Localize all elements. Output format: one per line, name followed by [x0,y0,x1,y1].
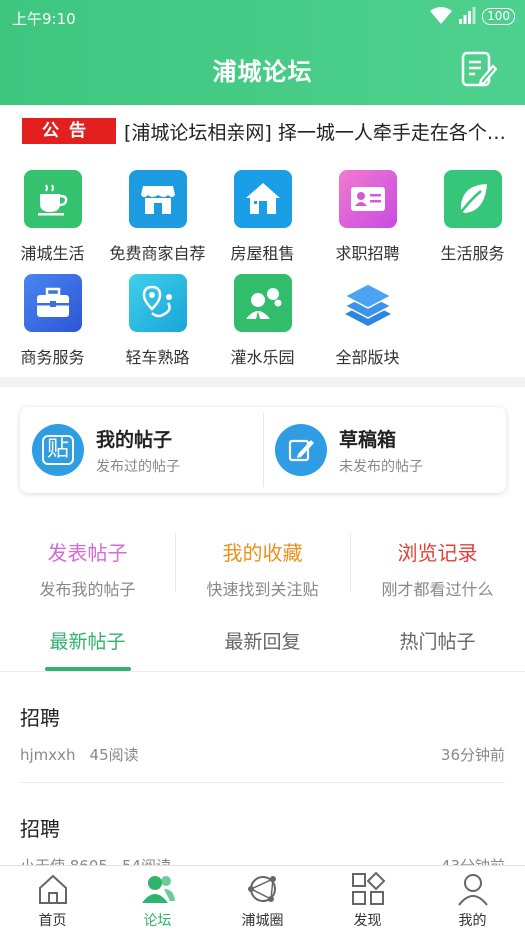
signal-icon [459,7,476,24]
drafts-subtitle: 未发布的帖子 [339,458,423,475]
quick-link-title: 发表帖子 [47,541,128,565]
nav-forum[interactable]: 论坛 [105,866,210,935]
pencil-edit-icon [275,424,327,476]
layers-icon [339,274,397,332]
category-label: 灌水乐园 [230,348,295,367]
store-icon [128,170,187,228]
section-divider [0,377,525,387]
category-routes[interactable]: 轻车熟路 [105,269,210,373]
post-badge-text: 贴 [41,435,74,465]
category-life-service[interactable]: 生活服务 [420,165,525,269]
my-posts-card[interactable]: 贴 我的帖子 发布过的帖子 [20,407,263,493]
category-housing[interactable]: 房屋租售 [210,165,315,269]
drafts-title: 草稿箱 [339,428,397,451]
category-jobs[interactable]: 求职招聘 [315,165,420,269]
app-header: 上午9:10 100 浦城论坛 [0,0,525,105]
profile-icon [457,874,488,906]
tab-hot-posts[interactable]: 热门帖子 [350,618,525,671]
nav-label: 发现 [353,913,382,929]
quick-link-subtitle: 快速找到关注贴 [206,580,319,599]
quick-link-title: 我的收藏 [222,541,303,565]
browse-history-link[interactable]: 浏览记录 刚才都看过什么 [350,525,525,600]
category-all-sections[interactable]: 全部版块 [315,269,420,373]
map-pin-icon [128,274,187,332]
list-item[interactable]: 招聘 hjmxxh 45阅读 36分钟前 [20,672,505,783]
forum-page: 上午9:10 100 浦城论坛 公告 [浦城论坛相亲网] 择一城一人牵手走在各个… [0,0,525,935]
post-title: 招聘 [20,817,60,841]
status-bar: 上午9:10 100 [0,0,525,36]
discover-grid-icon [351,871,385,905]
tab-latest-posts[interactable]: 最新帖子 [0,618,175,671]
nav-home[interactable]: 首页 [0,866,105,935]
my-posts-title: 我的帖子 [96,428,173,451]
battery-indicator: 100 [482,7,515,25]
publish-post-link[interactable]: 发表帖子 发布我的帖子 [0,525,175,600]
category-puchengshenghuo[interactable]: 浦城生活 [0,165,105,269]
category-grid: 浦城生活 免费商家自荐 房屋租售 求职招聘 生活服务 商务服务 轻车熟路 灌水乐… [0,165,525,375]
quick-links: 发表帖子 发布我的帖子 我的收藏 快速找到关注贴 浏览记录 刚才都看过什么 [0,525,525,600]
nav-label: 我的 [458,913,487,929]
forum-users-icon [141,876,175,903]
category-label: 轻车熟路 [125,348,190,367]
status-right: 100 [430,7,515,25]
post-reads: 54阅读 [122,857,171,865]
tab-latest-replies[interactable]: 最新回复 [175,618,350,671]
announcement-tag: 公告 [22,118,116,144]
nav-profile[interactable]: 我的 [420,866,525,935]
my-posts-texts: 我的帖子 发布过的帖子 [96,425,180,476]
announcement-text[interactable]: [浦城论坛相亲网] 择一城一人牵手走在各个… [124,118,514,145]
category-chat[interactable]: 灌水乐园 [210,269,315,373]
category-label: 浦城生活 [20,244,85,263]
quick-link-title: 浏览记录 [397,541,478,565]
nav-label: 论坛 [143,913,172,929]
category-label: 免费商家自荐 [109,244,206,263]
announcement-bar[interactable]: 公告 [浦城论坛相亲网] 择一城一人牵手走在各个… [0,105,525,157]
category-label: 商务服务 [20,348,85,367]
compose-icon[interactable] [459,50,497,88]
bottom-navigation: 首页 论坛 浦城圈 发现 我的 [0,865,525,935]
house-icon [233,170,292,228]
wifi-icon [430,7,453,24]
post-tabs: 最新帖子 最新回复 热门帖子 [0,618,525,672]
category-label: 求职招聘 [335,244,400,263]
drafts-card[interactable]: 草稿箱 未发布的帖子 [263,407,506,493]
circle-network-icon [247,876,276,902]
post-title: 招聘 [20,706,60,730]
page-title: 浦城论坛 [212,58,313,86]
post-time: 36分钟前 [440,746,505,764]
post-meta: 小天使 8605 54阅读 [20,855,171,865]
post-author: 小天使 8605 [20,857,108,865]
home-icon [38,874,67,904]
post-author: hjmxxh [20,746,76,764]
nav-label: 首页 [38,913,67,929]
status-left: 上午9:10 [12,8,76,29]
post-badge-icon: 贴 [32,424,84,476]
nav-pucheng-circle[interactable]: 浦城圈 [210,866,315,935]
my-content-cards: 贴 我的帖子 发布过的帖子 草稿箱 未发布的帖子 [20,407,506,493]
category-label: 生活服务 [440,244,505,263]
my-favorites-link[interactable]: 我的收藏 快速找到关注贴 [175,525,350,600]
nav-discover[interactable]: 发现 [315,866,420,935]
post-time: 43分钟前 [441,855,505,865]
category-business[interactable]: 商务服务 [0,269,105,373]
category-label: 全部版块 [335,348,400,367]
quick-link-subtitle: 发布我的帖子 [39,580,136,599]
list-item[interactable]: 招聘 小天使 8605 54阅读 43分钟前 [20,783,505,865]
post-meta: hjmxxh 45阅读 [20,744,139,765]
post-list: 招聘 hjmxxh 45阅读 36分钟前 招聘 小天使 8605 54阅读 43分钟… [0,672,525,865]
category-free-merchant[interactable]: 免费商家自荐 [105,165,210,269]
id-card-icon [338,170,397,228]
briefcase-icon [23,274,82,332]
nav-label: 浦城圈 [241,913,284,929]
chat-user-icon [233,274,292,332]
leaf-icon [443,170,502,228]
post-reads: 45阅读 [89,746,139,764]
drafts-texts: 草稿箱 未发布的帖子 [339,425,423,476]
category-label: 房屋租售 [230,244,295,263]
quick-link-subtitle: 刚才都看过什么 [381,580,494,599]
coffee-cup-icon [23,170,82,228]
my-posts-subtitle: 发布过的帖子 [96,458,180,475]
status-time: 上午9:10 [12,10,76,28]
